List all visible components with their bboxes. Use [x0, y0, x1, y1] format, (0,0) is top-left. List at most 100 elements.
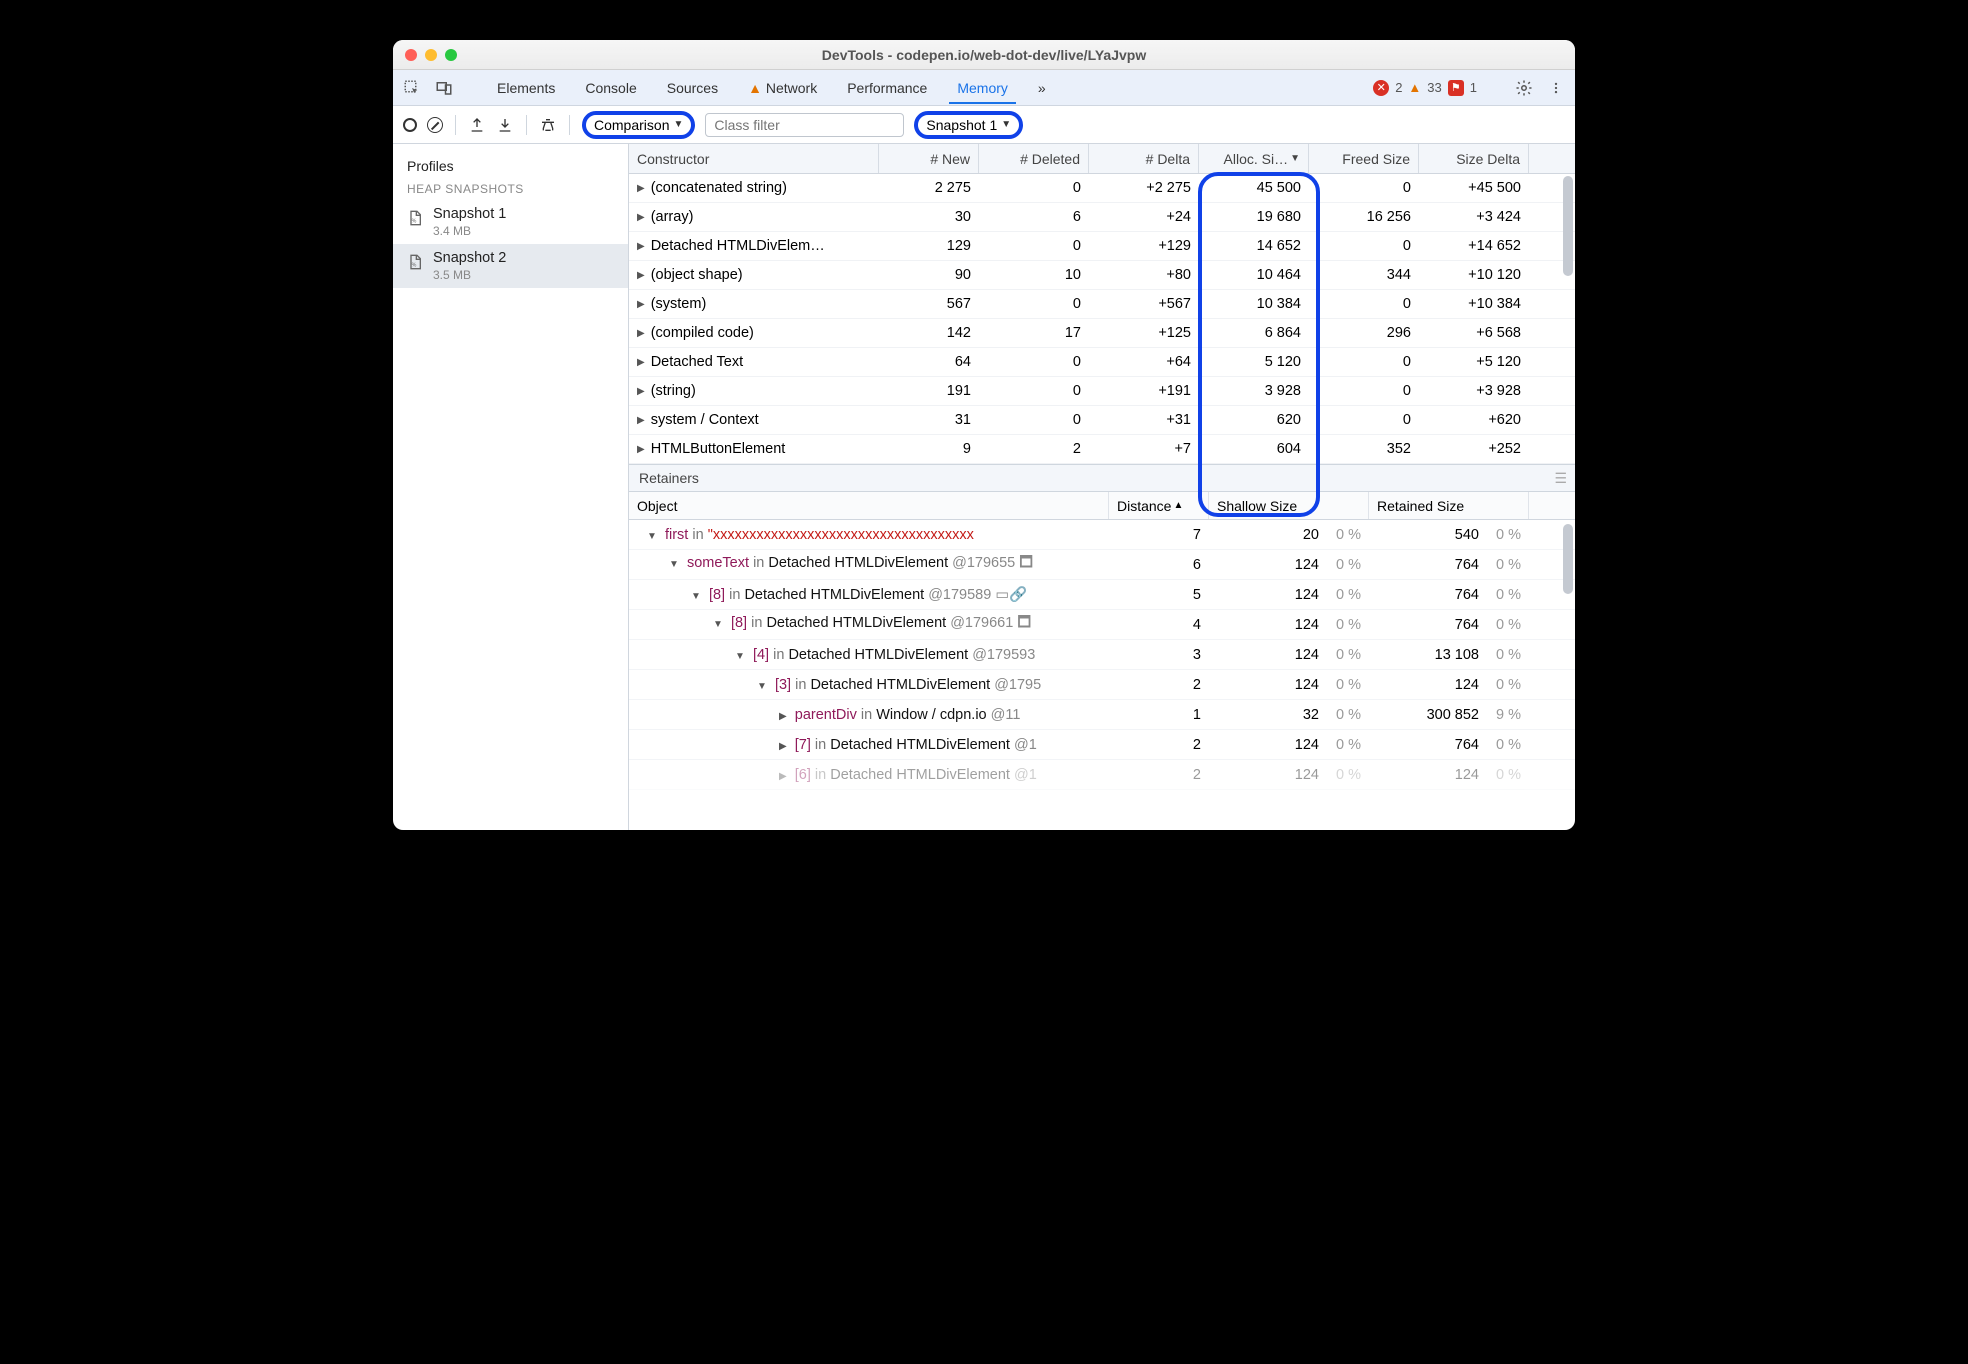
- retainer-row[interactable]: ▶ [7] in Detached HTMLDivElement @1 2 12…: [629, 730, 1575, 760]
- sidebar-snapshot-item[interactable]: % Snapshot 1 3.4 MB: [393, 200, 628, 244]
- element-picker-icon[interactable]: [403, 79, 421, 97]
- retainer-row[interactable]: ▼ [8] in Detached HTMLDivElement @179589…: [629, 580, 1575, 610]
- disclosure-triangle-icon[interactable]: ▼: [735, 651, 745, 662]
- tab-performance[interactable]: Performance: [839, 76, 935, 100]
- disclosure-triangle-icon[interactable]: ▶: [779, 711, 787, 722]
- disclosure-triangle-icon[interactable]: ▶: [637, 299, 645, 310]
- window-title: DevTools - codepen.io/web-dot-dev/live/L…: [393, 47, 1575, 63]
- error-count: 2: [1395, 80, 1402, 95]
- disclosure-triangle-icon[interactable]: ▶: [637, 444, 645, 455]
- cell-size-delta: +10 384: [1419, 296, 1529, 312]
- retainer-row[interactable]: ▶ [6] in Detached HTMLDivElement @1 2 12…: [629, 760, 1575, 790]
- cell-new: 142: [879, 325, 979, 341]
- cell-alloc: 604: [1199, 441, 1309, 457]
- clear-button[interactable]: [427, 117, 443, 133]
- cell-delta: +2 275: [1089, 180, 1199, 196]
- grid-body[interactable]: ▶(concatenated string) 2 275 0 +2 275 45…: [629, 174, 1575, 464]
- grid-row[interactable]: ▶Detached HTMLDivElem… 129 0 +129 14 652…: [629, 232, 1575, 261]
- scrollbar-thumb[interactable]: [1563, 524, 1573, 594]
- scrollbar-thumb[interactable]: [1563, 176, 1573, 276]
- grid-column-header[interactable]: # Delta: [1089, 144, 1199, 173]
- grid-row[interactable]: ▶(compiled code) 142 17 +125 6 864 296 +…: [629, 319, 1575, 348]
- record-button[interactable]: [403, 118, 417, 132]
- gc-icon[interactable]: [539, 116, 557, 134]
- retainer-distance: 3: [1109, 647, 1209, 663]
- retainer-object: ▼ [8] in Detached HTMLDivElement @179589…: [629, 586, 1109, 603]
- retainer-column-header[interactable]: Distance▲: [1109, 492, 1209, 519]
- disclosure-triangle-icon[interactable]: ▶: [637, 328, 645, 339]
- class-filter-input[interactable]: [705, 113, 904, 137]
- tab-overflow[interactable]: »: [1030, 76, 1054, 100]
- retainer-column-header[interactable]: Retained Size: [1369, 492, 1529, 519]
- retainer-row[interactable]: ▶ parentDiv in Window / cdpn.io @11 1 32…: [629, 700, 1575, 730]
- close-window-button[interactable]: [405, 49, 417, 61]
- retainer-row[interactable]: ▼ first in "xxxxxxxxxxxxxxxxxxxxxxxxxxxx…: [629, 520, 1575, 550]
- retainer-row[interactable]: ▼ [8] in Detached HTMLDivElement @179661…: [629, 610, 1575, 640]
- download-icon[interactable]: [496, 116, 514, 134]
- sidebar-snapshot-item[interactable]: % Snapshot 2 3.5 MB: [393, 244, 628, 288]
- disclosure-triangle-icon[interactable]: ▼: [713, 619, 723, 630]
- grid-column-header[interactable]: Constructor: [629, 144, 879, 173]
- disclosure-triangle-icon[interactable]: ▶: [779, 771, 787, 782]
- retainer-object: ▼ first in "xxxxxxxxxxxxxxxxxxxxxxxxxxxx…: [629, 527, 1109, 543]
- status-counters[interactable]: ✕ 2 ▲ 33 ⚑ 1: [1373, 80, 1477, 96]
- retainer-column-header[interactable]: Shallow Size: [1209, 492, 1369, 519]
- disclosure-triangle-icon[interactable]: ▶: [637, 212, 645, 223]
- grid-row[interactable]: ▶Detached Text 64 0 +64 5 120 0 +5 120: [629, 348, 1575, 377]
- chevron-down-icon: ▼: [1001, 119, 1011, 130]
- retainer-shallow: 1240 %: [1209, 557, 1369, 573]
- tab-network[interactable]: ▲ Network: [740, 76, 825, 100]
- tab-elements[interactable]: Elements: [489, 76, 563, 100]
- settings-icon[interactable]: [1515, 79, 1533, 97]
- grid-column-header[interactable]: Size Delta: [1419, 144, 1529, 173]
- upload-icon[interactable]: [468, 116, 486, 134]
- grid-column-header[interactable]: # New: [879, 144, 979, 173]
- grid-row[interactable]: ▶HTMLButtonElement 9 2 +7 604 352 +252: [629, 435, 1575, 464]
- retainer-row[interactable]: ▼ [4] in Detached HTMLDivElement @179593…: [629, 640, 1575, 670]
- grid-row[interactable]: ▶(string) 191 0 +191 3 928 0 +3 928: [629, 377, 1575, 406]
- disclosure-triangle-icon[interactable]: ▼: [669, 559, 679, 570]
- cell-new: 191: [879, 383, 979, 399]
- snapshot-size: 3.4 MB: [433, 224, 506, 238]
- disclosure-triangle-icon[interactable]: ▶: [637, 183, 645, 194]
- tab-console[interactable]: Console: [577, 76, 644, 100]
- disclosure-triangle-icon[interactable]: ▶: [637, 241, 645, 252]
- heap-snapshots-label: HEAP SNAPSHOTS: [393, 178, 628, 200]
- snapshot-size: 3.5 MB: [433, 268, 506, 282]
- grid-row[interactable]: ▶(object shape) 90 10 +80 10 464 344 +10…: [629, 261, 1575, 290]
- grid-row[interactable]: ▶(array) 30 6 +24 19 680 16 256 +3 424: [629, 203, 1575, 232]
- tab-sources[interactable]: Sources: [659, 76, 726, 100]
- retainer-row[interactable]: ▼ someText in Detached HTMLDivElement @1…: [629, 550, 1575, 580]
- view-mode-select[interactable]: Comparison ▼: [582, 111, 695, 139]
- retainer-distance: 2: [1109, 767, 1209, 783]
- minimize-window-button[interactable]: [425, 49, 437, 61]
- grid-row[interactable]: ▶system / Context 31 0 +31 620 0 +620: [629, 406, 1575, 435]
- disclosure-triangle-icon[interactable]: ▶: [779, 741, 787, 752]
- disclosure-triangle-icon[interactable]: ▶: [637, 357, 645, 368]
- constructor-name: system / Context: [651, 412, 759, 428]
- grid-column-header[interactable]: Freed Size: [1309, 144, 1419, 173]
- grid-column-header[interactable]: Alloc. Si…▼: [1199, 144, 1309, 173]
- cell-freed: 0: [1309, 412, 1419, 428]
- disclosure-triangle-icon[interactable]: ▶: [637, 415, 645, 426]
- zoom-window-button[interactable]: [445, 49, 457, 61]
- disclosure-triangle-icon[interactable]: ▼: [647, 531, 657, 542]
- cell-deleted: 17: [979, 325, 1089, 341]
- more-options-icon[interactable]: [1547, 79, 1565, 97]
- retainer-column-header[interactable]: Object: [629, 492, 1109, 519]
- grid-row[interactable]: ▶(system) 567 0 +567 10 384 0 +10 384: [629, 290, 1575, 319]
- device-toolbar-icon[interactable]: [435, 79, 453, 97]
- retainers-body[interactable]: ▼ first in "xxxxxxxxxxxxxxxxxxxxxxxxxxxx…: [629, 520, 1575, 830]
- baseline-select[interactable]: Snapshot 1 ▼: [914, 111, 1023, 139]
- grid-row[interactable]: ▶(concatenated string) 2 275 0 +2 275 45…: [629, 174, 1575, 203]
- retainer-row[interactable]: ▼ [3] in Detached HTMLDivElement @1795 2…: [629, 670, 1575, 700]
- grid-column-header[interactable]: # Deleted: [979, 144, 1089, 173]
- disclosure-triangle-icon[interactable]: ▼: [757, 681, 767, 692]
- tab-memory[interactable]: Memory: [949, 76, 1016, 104]
- disclosure-triangle-icon[interactable]: ▼: [691, 591, 701, 602]
- retainers-menu-icon[interactable]: ☰: [1554, 470, 1565, 487]
- retainer-retained: 7640 %: [1369, 587, 1529, 603]
- disclosure-triangle-icon[interactable]: ▶: [637, 270, 645, 281]
- cell-size-delta: +3 424: [1419, 209, 1529, 225]
- disclosure-triangle-icon[interactable]: ▶: [637, 386, 645, 397]
